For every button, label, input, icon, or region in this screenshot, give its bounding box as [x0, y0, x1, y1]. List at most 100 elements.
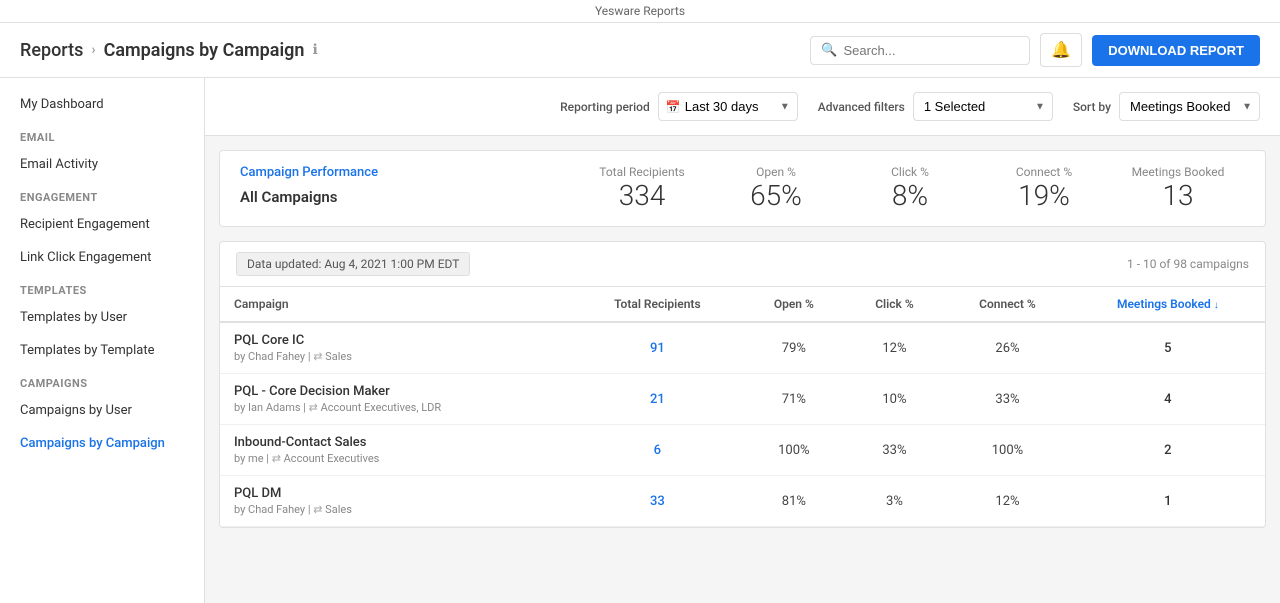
open-pct-3: 81% [743, 476, 845, 527]
sidebar-section-email: EMAIL [0, 121, 204, 148]
campaign-meta-3: by Chad Fahey | ⇄ Sales [234, 503, 558, 516]
header-right: 🔍 🔔 DOWNLOAD REPORT [810, 33, 1260, 67]
summary-col-open-val: 65% [709, 179, 843, 212]
open-pct-0: 79% [743, 322, 845, 374]
data-updated-badge: Data updated: Aug 4, 2021 1:00 PM EDT [236, 252, 470, 276]
campaign-meta-1: by Ian Adams | ⇄ Account Executives, LDR [234, 401, 558, 414]
connect-pct-3: 12% [944, 476, 1071, 527]
summary-col-total-recipients-val: 334 [575, 179, 709, 212]
sort-by-select-wrapper[interactable]: Meetings Booked ▼ [1119, 92, 1260, 121]
search-box[interactable]: 🔍 [810, 36, 1030, 65]
sidebar-item-campaigns-by-user[interactable]: Campaigns by User [0, 394, 204, 427]
breadcrumb-chevron: › [91, 42, 95, 58]
meetings-booked-2: 2 [1071, 425, 1265, 476]
download-report-button[interactable]: DOWNLOAD REPORT [1092, 35, 1260, 66]
main-content: Reporting period 📅 Last 30 days ▼ Advanc… [205, 78, 1280, 603]
col-meetings-booked[interactable]: Meetings Booked ↓ [1071, 287, 1265, 322]
table-row: Inbound-Contact Sales by me | ⇄ Account … [220, 425, 1265, 476]
search-input[interactable] [843, 43, 1019, 58]
summary-title: Campaign Performance [240, 165, 575, 180]
campaign-name-0: PQL Core IC [234, 333, 558, 348]
meetings-booked-3: 1 [1071, 476, 1265, 527]
summary-col-open-label: Open % [709, 165, 843, 179]
col-connect-pct: Connect % [944, 287, 1071, 322]
sidebar-item-email-activity[interactable]: Email Activity [0, 148, 204, 181]
campaign-name-1: PQL - Core Decision Maker [234, 384, 558, 399]
total-recipients-2: 6 [572, 425, 743, 476]
table-row: PQL DM by Chad Fahey | ⇄ Sales 33 81% 3%… [220, 476, 1265, 527]
total-recipients-1: 21 [572, 374, 743, 425]
campaign-cell-0: PQL Core IC by Chad Fahey | ⇄ Sales [220, 322, 572, 374]
meetings-booked-0: 5 [1071, 322, 1265, 374]
campaigns-table: Campaign Total Recipients Open % Click %… [220, 287, 1265, 527]
open-pct-2: 100% [743, 425, 845, 476]
reporting-period-group: Reporting period 📅 Last 30 days ▼ [560, 92, 798, 121]
table-info-bar: Data updated: Aug 4, 2021 1:00 PM EDT 1 … [220, 242, 1265, 287]
advanced-filters-label: Advanced filters [818, 100, 905, 114]
total-recipients-0: 91 [572, 322, 743, 374]
click-pct-1: 10% [845, 374, 944, 425]
top-bar-title: Yesware Reports [595, 4, 685, 18]
sidebar-item-campaigns-by-campaign[interactable]: Campaigns by Campaign [0, 427, 204, 460]
header-left: Reports › Campaigns by Campaign ℹ [20, 40, 318, 61]
reporting-period-select-wrapper[interactable]: 📅 Last 30 days ▼ [658, 92, 798, 121]
campaign-meta-0: by Chad Fahey | ⇄ Sales [234, 350, 558, 363]
connect-pct-1: 33% [944, 374, 1071, 425]
data-table-section: Data updated: Aug 4, 2021 1:00 PM EDT 1 … [219, 241, 1266, 528]
campaign-name-2: Inbound-Contact Sales [234, 435, 558, 450]
pagination-info: 1 - 10 of 98 campaigns [1127, 257, 1249, 271]
summary-card: Campaign Performance All Campaigns Total… [219, 150, 1266, 227]
breadcrumb-link[interactable]: Reports [20, 40, 83, 61]
search-icon: 🔍 [821, 43, 837, 58]
col-campaign: Campaign [220, 287, 572, 322]
total-recipients-3: 33 [572, 476, 743, 527]
sidebar: My Dashboard EMAILEmail ActivityENGAGEME… [0, 78, 205, 603]
click-pct-3: 3% [845, 476, 944, 527]
col-click-pct: Click % [845, 287, 944, 322]
campaign-name-3: PQL DM [234, 486, 558, 501]
summary-name: All Campaigns [240, 188, 575, 206]
sort-by-group: Sort by Meetings Booked ▼ [1073, 92, 1260, 121]
campaign-cell-3: PQL DM by Chad Fahey | ⇄ Sales [220, 476, 572, 527]
page-title: Campaigns by Campaign [104, 40, 305, 61]
campaign-cell-1: PQL - Core Decision Maker by Ian Adams |… [220, 374, 572, 425]
sort-by-select[interactable]: Meetings Booked [1119, 92, 1260, 121]
sidebar-item-link-click-engagement[interactable]: Link Click Engagement [0, 241, 204, 274]
sidebar-section-campaigns: CAMPAIGNS [0, 367, 204, 394]
advanced-filters-group: Advanced filters 1 Selected ▼ [818, 92, 1053, 121]
summary-col-meetings-label: Meetings Booked [1111, 165, 1245, 179]
sidebar-item-templates-by-user[interactable]: Templates by User [0, 301, 204, 334]
col-total-recipients: Total Recipients [572, 287, 743, 322]
summary-col-click-val: 8% [843, 179, 977, 212]
reporting-period-select[interactable]: Last 30 days [658, 92, 798, 121]
advanced-filters-select[interactable]: 1 Selected [913, 92, 1053, 121]
summary-col-connect-label: Connect % [977, 165, 1111, 179]
sort-arrow: ↓ [1214, 300, 1219, 311]
sidebar-section-templates: TEMPLATES [0, 274, 204, 301]
filters-bar: Reporting period 📅 Last 30 days ▼ Advanc… [205, 78, 1280, 136]
reporting-period-label: Reporting period [560, 100, 650, 114]
campaign-cell-2: Inbound-Contact Sales by me | ⇄ Account … [220, 425, 572, 476]
connect-pct-2: 100% [944, 425, 1071, 476]
sidebar-item-my-dashboard[interactable]: My Dashboard [0, 88, 204, 121]
connect-pct-0: 26% [944, 322, 1071, 374]
summary-col-meetings-val: 13 [1111, 179, 1245, 212]
click-pct-0: 12% [845, 322, 944, 374]
sort-by-label: Sort by [1073, 100, 1111, 114]
campaign-meta-2: by me | ⇄ Account Executives [234, 452, 558, 465]
click-pct-2: 33% [845, 425, 944, 476]
advanced-filters-select-wrapper[interactable]: 1 Selected ▼ [913, 92, 1053, 121]
sidebar-item-recipient-engagement[interactable]: Recipient Engagement [0, 208, 204, 241]
sidebar-item-templates-by-template[interactable]: Templates by Template [0, 334, 204, 367]
open-pct-1: 71% [743, 374, 845, 425]
summary-col-total-recipients-label: Total Recipients [575, 165, 709, 179]
summary-col-click-label: Click % [843, 165, 977, 179]
meetings-booked-1: 4 [1071, 374, 1265, 425]
header: Reports › Campaigns by Campaign ℹ 🔍 🔔 DO… [0, 23, 1280, 78]
table-row: PQL - Core Decision Maker by Ian Adams |… [220, 374, 1265, 425]
table-row: PQL Core IC by Chad Fahey | ⇄ Sales 91 7… [220, 322, 1265, 374]
summary-col-connect-val: 19% [977, 179, 1111, 212]
info-icon[interactable]: ℹ [312, 42, 317, 58]
top-bar: Yesware Reports [0, 0, 1280, 23]
bell-button[interactable]: 🔔 [1040, 33, 1082, 67]
